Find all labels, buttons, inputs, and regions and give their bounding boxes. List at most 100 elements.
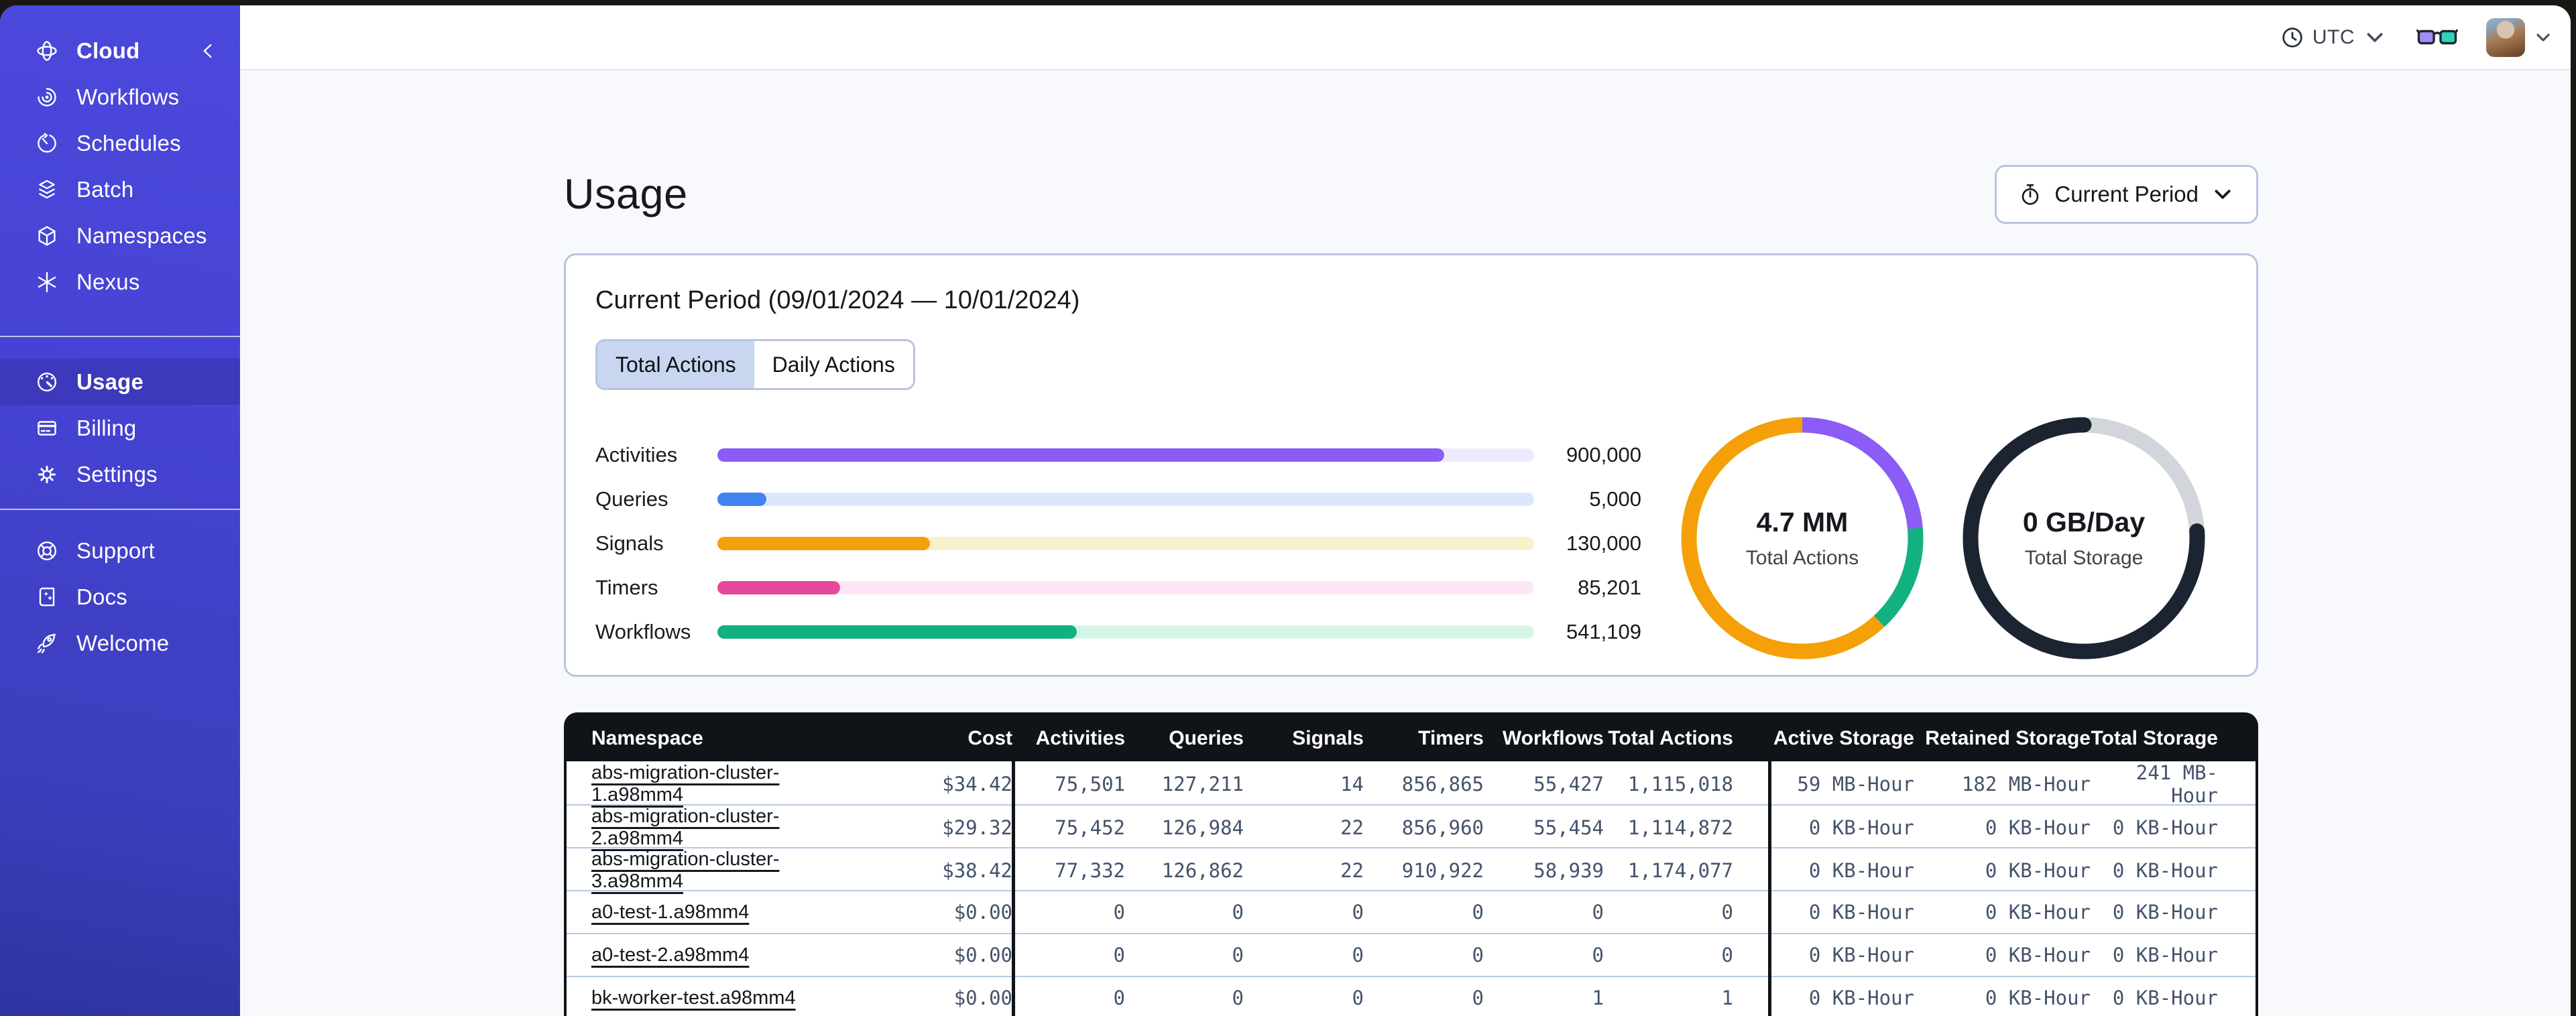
- table-cell: 0: [1113, 987, 1125, 1009]
- feedback-glasses-icon[interactable]: [2416, 25, 2458, 50]
- table-row: abs-migration-cluster-2.a98mm4 $29.32 75,4…: [567, 804, 2256, 849]
- topbar: UTC: [240, 5, 2571, 70]
- table-cell: 0 KB-Hour: [1808, 901, 1914, 924]
- table-cell: $34.42: [942, 773, 1012, 796]
- sidebar-item-billing[interactable]: Billing: [0, 405, 240, 451]
- tab-daily-actions[interactable]: Daily Actions: [754, 341, 913, 388]
- namespace-link[interactable]: a0-test-2.a98mm4: [591, 944, 749, 966]
- table-row: bk-worker-test.a98mm4 $0.00 0 0 0 0 1 1 0 KB-Hou…: [567, 976, 2256, 1016]
- table-row: a0-test-1.a98mm4 $0.00 0 0 0 0 0 0 0 KB-Hour 0 KB…: [567, 890, 2256, 933]
- table-cell: 856,960: [1401, 816, 1484, 839]
- namespace-link[interactable]: abs-migration-cluster-2.a98mm4: [591, 806, 779, 849]
- bar-label: Activities: [595, 443, 678, 466]
- table-cell: 0 KB-Hour: [1808, 944, 1914, 966]
- table-cell: 0 KB-Hour: [2112, 816, 2218, 839]
- table-cell: 0: [1472, 901, 1484, 924]
- card-title: Current Period (09/01/2024 — 10/01/2024): [595, 286, 1080, 314]
- table-cell: 0 KB-Hour: [1985, 859, 2091, 882]
- table-row: a0-test-2.a98mm4 $0.00 0 0 0 0 0 0 0 KB-Hour 0 KB…: [567, 933, 2256, 976]
- sidebar-item-label: Docs: [76, 584, 127, 609]
- sidebar-item-batch[interactable]: Batch: [0, 166, 240, 212]
- donut-value: 0 GB/Day: [2022, 507, 2146, 537]
- bar-fill: [717, 493, 767, 506]
- schedules-icon: [35, 131, 59, 155]
- namespace-link[interactable]: bk-worker-test.a98mm4: [591, 987, 796, 1009]
- column-header-total-actions: Total Actions: [1608, 726, 1733, 749]
- main-content: Usage Current Period Current Period (09/…: [240, 72, 2571, 1016]
- sidebar-item-welcome[interactable]: Welcome: [0, 620, 240, 666]
- namespace-link[interactable]: abs-migration-cluster-1.a98mm4: [591, 762, 779, 806]
- bar-fill: [717, 581, 840, 594]
- timezone-label: UTC: [2312, 25, 2355, 48]
- sidebar-divider: [0, 336, 240, 337]
- sidebar-item-schedules[interactable]: Schedules: [0, 120, 240, 166]
- table-cell: 0: [1113, 901, 1125, 924]
- sidebar-item-label: Support: [76, 537, 155, 563]
- namespace-link[interactable]: a0-test-1.a98mm4: [591, 901, 749, 923]
- table-cell: 77,332: [1055, 859, 1125, 882]
- stopwatch-icon: [2018, 182, 2042, 206]
- table-cell: 0: [1592, 944, 1604, 966]
- cloud-logo-icon: [35, 39, 59, 63]
- table-cell: $0.00: [953, 901, 1012, 924]
- table-cell: 0: [1472, 987, 1484, 1009]
- table-cell: 22: [1340, 859, 1364, 882]
- bar-fill: [717, 448, 1445, 462]
- sidebar-item-label: Batch: [76, 176, 134, 202]
- bar-fill: [717, 537, 930, 550]
- sidebar-collapse-button[interactable]: [197, 40, 220, 62]
- sidebar-item-settings[interactable]: Settings: [0, 451, 240, 497]
- page-title: Usage: [564, 171, 688, 218]
- billing-icon: [35, 416, 59, 440]
- bar-row-workflows: Workflows 541,109: [595, 610, 1775, 654]
- workflows-icon: [35, 85, 59, 109]
- bar-value: 5,000: [1589, 487, 1641, 511]
- sidebar-item-label: Welcome: [76, 630, 170, 655]
- table-cell: 856,865: [1401, 773, 1484, 796]
- table-cell: $0.00: [953, 944, 1012, 966]
- bar-row-activities: Activities 900,000: [595, 433, 1775, 477]
- sidebar-item-label: Cloud: [76, 38, 140, 63]
- table-cell: 0 KB-Hour: [1808, 987, 1914, 1009]
- sidebar-item-docs[interactable]: Docs: [0, 574, 240, 620]
- usage-card: Current Period (09/01/2024 — 10/01/2024)…: [564, 253, 2258, 677]
- tab-total-actions[interactable]: Total Actions: [597, 341, 754, 388]
- period-selector-button[interactable]: Current Period: [1995, 165, 2258, 224]
- table-cell: 127,211: [1161, 773, 1244, 796]
- bar-track: [717, 581, 1534, 594]
- table-cell: 0 KB-Hour: [1985, 901, 2091, 924]
- actions-tab-group: Total Actions Daily Actions: [595, 339, 915, 390]
- sidebar-item-label: Billing: [76, 415, 137, 440]
- welcome-icon: [35, 631, 59, 655]
- chevron-down-icon[interactable]: [2533, 27, 2553, 48]
- table-cell: 0 KB-Hour: [2112, 987, 2218, 1009]
- table-divider: [1768, 761, 1771, 1016]
- table-cell: $0.00: [953, 987, 1012, 1009]
- table-cell: 0 KB-Hour: [1808, 859, 1914, 882]
- bar-value: 130,000: [1566, 531, 1641, 555]
- table-cell: 1: [1721, 987, 1733, 1009]
- table-cell: 0: [1721, 901, 1733, 924]
- nexus-icon: [35, 270, 59, 294]
- sidebar-divider: [0, 509, 240, 510]
- table-cell: 75,452: [1055, 816, 1125, 839]
- bar-row-signals: Signals 130,000: [595, 521, 1775, 566]
- sidebar-item-nexus[interactable]: Nexus: [0, 259, 240, 305]
- sidebar-item-usage[interactable]: Usage: [0, 359, 240, 405]
- timezone-selector[interactable]: UTC: [2280, 25, 2387, 50]
- sidebar-item-support[interactable]: Support: [0, 527, 240, 574]
- sidebar-item-namespaces[interactable]: Namespaces: [0, 212, 240, 259]
- namespace-link[interactable]: abs-migration-cluster-3.a98mm4: [591, 848, 779, 892]
- app-window: Cloud Workflows Schedules Batch Namespaces N…: [0, 5, 2571, 1016]
- sidebar-item-label: Settings: [76, 461, 158, 487]
- table-cell: 1,115,018: [1627, 773, 1733, 796]
- column-header-retained-storage: Retained Storage: [1925, 726, 2091, 749]
- period-button-label: Current Period: [2054, 182, 2199, 206]
- column-header-namespace: Namespace: [591, 726, 703, 749]
- table-cell: 0: [1113, 944, 1125, 966]
- sidebar-item-cloud[interactable]: Cloud: [0, 27, 240, 74]
- table-cell: 126,984: [1161, 816, 1244, 839]
- bar-label: Workflows: [595, 620, 691, 643]
- user-avatar[interactable]: [2486, 17, 2525, 57]
- sidebar-item-workflows[interactable]: Workflows: [0, 74, 240, 120]
